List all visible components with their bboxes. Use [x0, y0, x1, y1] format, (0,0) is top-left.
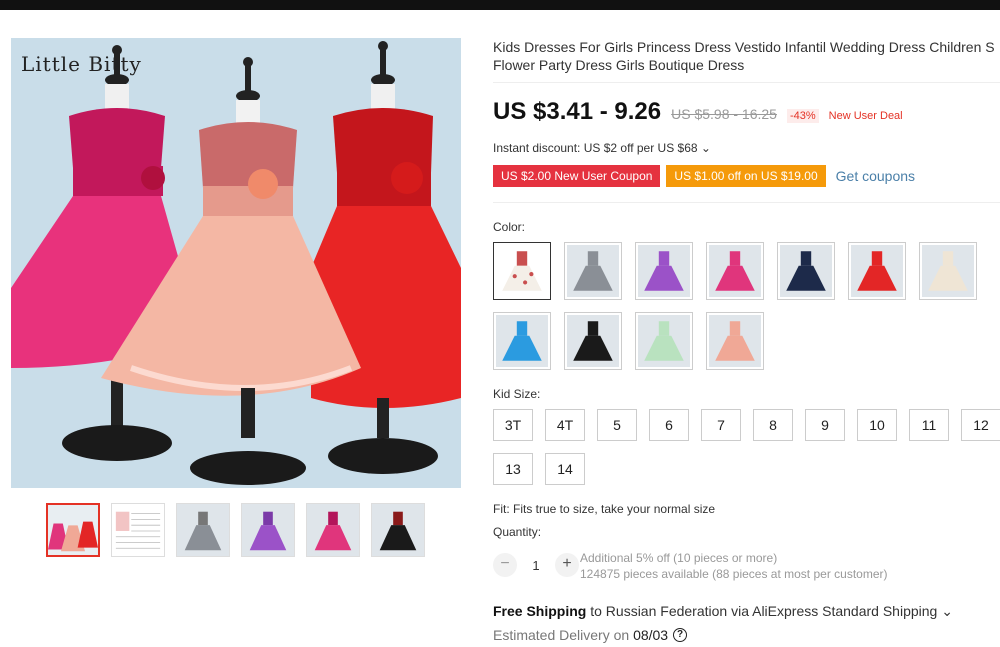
color-swatch-pink[interactable] — [706, 242, 764, 300]
thumbnail-pink[interactable] — [306, 503, 360, 557]
thumbnail-purple[interactable] — [241, 503, 295, 557]
size-option-7[interactable]: 7 — [701, 409, 741, 441]
thumbnail-strip — [46, 503, 425, 557]
main-product-image[interactable]: Little Bitty — [11, 38, 461, 488]
size-option-9[interactable]: 9 — [805, 409, 845, 441]
color-swatch-champagne[interactable] — [919, 242, 977, 300]
color-swatch-grey[interactable] — [564, 242, 622, 300]
instant-discount[interactable]: Instant discount: US $2 off per US $68 ⌄ — [493, 141, 711, 155]
product-title: Kids Dresses For Girls Princess Dress Ve… — [493, 38, 1000, 74]
color-swatches — [493, 242, 1000, 370]
product-title-line-1: Kids Dresses For Girls Princess Dress Ve… — [493, 39, 995, 55]
swatch-image — [709, 315, 761, 367]
delivery-date: 08/03 — [633, 627, 669, 643]
thumbnail-black[interactable] — [371, 503, 425, 557]
size-option-13[interactable]: 13 — [493, 453, 533, 485]
discount-badge: -43% — [786, 109, 819, 123]
color-swatch-mint[interactable] — [635, 312, 693, 370]
swatch-image — [851, 245, 903, 297]
divider — [493, 82, 1000, 83]
swatch-image — [496, 245, 548, 297]
size-option-5[interactable]: 5 — [597, 409, 637, 441]
swatch-image — [780, 245, 832, 297]
quantity-stepper: − 1 + — [493, 553, 579, 577]
quantity-label: Quantity: — [493, 525, 542, 539]
bulk-discount-note: Additional 5% off (10 pieces or more) — [580, 551, 778, 565]
thumbnail-grey[interactable] — [176, 503, 230, 557]
quantity-info: Additional 5% off (10 pieces or more) 12… — [580, 550, 888, 582]
coupon-row: US $2.00 New User Coupon US $1.00 off on… — [493, 165, 915, 187]
thumbnail-three-dresses[interactable] — [46, 503, 100, 557]
color-swatch-red[interactable] — [848, 242, 906, 300]
current-price: US $3.41 - 9.26 — [493, 98, 662, 125]
top-bar — [0, 0, 1000, 10]
chevron-down-icon: ⌄ — [700, 141, 711, 155]
swatch-image — [638, 245, 690, 297]
get-coupons-link[interactable]: Get coupons — [836, 168, 915, 184]
color-swatch-black[interactable] — [564, 312, 622, 370]
size-option-11[interactable]: 11 — [909, 409, 949, 441]
brand-logo: Little Bitty — [21, 52, 142, 76]
store-coupon[interactable]: US $1.00 off on US $19.00 — [666, 165, 826, 187]
size-option-8[interactable]: 8 — [753, 409, 793, 441]
swatch-image — [567, 315, 619, 367]
divider — [493, 202, 1000, 203]
size-option-3t[interactable]: 3T — [493, 409, 533, 441]
delivery-label: Estimated Delivery on — [493, 627, 634, 643]
size-option-6[interactable]: 6 — [649, 409, 689, 441]
price-row: US $3.41 - 9.26 US $5.98 - 16.25 -43% Ne… — [493, 98, 903, 126]
swatch-image — [496, 315, 548, 367]
size-label: Kid Size: — [493, 387, 541, 401]
thumbnail-size-chart[interactable] — [111, 503, 165, 557]
color-label: Color: — [493, 220, 526, 234]
color-swatch-floral-print[interactable] — [493, 242, 551, 300]
shipping-info[interactable]: Free Shipping to Russian Federation via … — [493, 603, 953, 620]
quantity-value[interactable]: 1 — [525, 558, 547, 573]
size-option-4t[interactable]: 4T — [545, 409, 585, 441]
decrease-quantity-button[interactable]: − — [493, 553, 517, 577]
increase-quantity-button[interactable]: + — [555, 553, 579, 577]
size-option-10[interactable]: 10 — [857, 409, 897, 441]
stock-availability: 124875 pieces available (88 pieces at mo… — [580, 567, 888, 581]
three-dresses-illustration — [11, 38, 461, 488]
swatch-image — [709, 245, 761, 297]
color-swatch-peach[interactable] — [706, 312, 764, 370]
color-swatch-sky-blue[interactable] — [493, 312, 551, 370]
new-user-deal-label: New User Deal — [828, 110, 903, 122]
size-option-14[interactable]: 14 — [545, 453, 585, 485]
color-swatch-navy[interactable] — [777, 242, 835, 300]
swatch-image — [638, 315, 690, 367]
help-icon[interactable]: ? — [673, 628, 688, 642]
color-swatch-purple[interactable] — [635, 242, 693, 300]
size-options: 3T 4T 5 6 7 8 9 10 11 12 13 14 — [493, 409, 1000, 485]
shipping-destination: to Russian Federation via AliExpress Sta… — [586, 603, 953, 619]
free-shipping-label: Free Shipping — [493, 603, 587, 619]
swatch-image — [567, 245, 619, 297]
instant-discount-text: Instant discount: US $2 off per US $68 — [493, 141, 698, 155]
swatch-image — [922, 245, 974, 297]
new-user-coupon[interactable]: US $2.00 New User Coupon — [493, 165, 661, 187]
estimated-delivery: Estimated Delivery on 08/03 ? — [493, 627, 688, 643]
original-price: US $5.98 - 16.25 — [671, 106, 777, 122]
size-option-12[interactable]: 12 — [961, 409, 1000, 441]
fit-note: Fit: Fits true to size, take your normal… — [493, 502, 716, 516]
product-title-line-2: Flower Party Dress Girls Boutique Dress — [493, 57, 745, 73]
